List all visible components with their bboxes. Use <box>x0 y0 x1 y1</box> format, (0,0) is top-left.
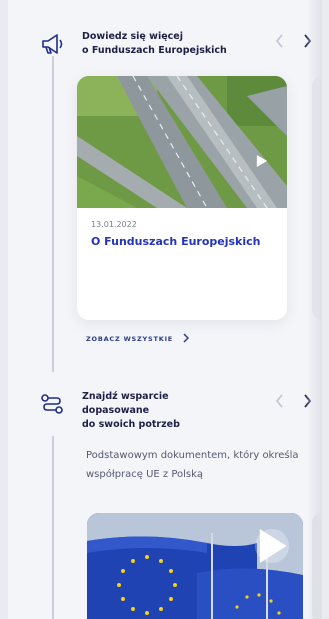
highway-aerial-photo <box>77 76 287 208</box>
chevron-left-icon[interactable] <box>272 392 286 410</box>
video-card[interactable] <box>87 513 303 619</box>
section-header: Dowiedz się więcej o Funduszach Europejs… <box>38 30 314 58</box>
play-icon[interactable] <box>249 148 275 174</box>
timeline-line <box>52 436 54 619</box>
article-card[interactable]: 13.01.2022 O Funduszach Europejskich <box>77 76 287 320</box>
megaphone-icon <box>38 30 66 58</box>
see-all-link[interactable]: ZOBACZ WSZYSTKIE <box>86 333 190 345</box>
section-title: Znajdź wsparcie dopasowane do swoich pot… <box>82 391 180 430</box>
timeline-line <box>52 56 54 372</box>
section-header: Znajdź wsparcie dopasowane do swoich pot… <box>38 390 314 432</box>
route-icon <box>38 390 66 418</box>
page: Dowiedz się więcej o Funduszach Europejs… <box>8 0 322 619</box>
article-date: 13.01.2022 <box>91 220 137 229</box>
section-description: Podstawowym dokumentem, który określa ws… <box>86 450 299 480</box>
play-icon[interactable] <box>255 529 289 563</box>
article-title[interactable]: O Funduszach Europejskich <box>91 234 277 250</box>
chevron-right-icon <box>183 333 190 345</box>
section-title: Dowiedz się więcej o Funduszach Europejs… <box>82 31 227 56</box>
chevron-left-icon[interactable] <box>272 32 286 50</box>
edge-fade <box>306 0 322 619</box>
see-all-label: ZOBACZ WSZYSTKIE <box>86 335 174 343</box>
